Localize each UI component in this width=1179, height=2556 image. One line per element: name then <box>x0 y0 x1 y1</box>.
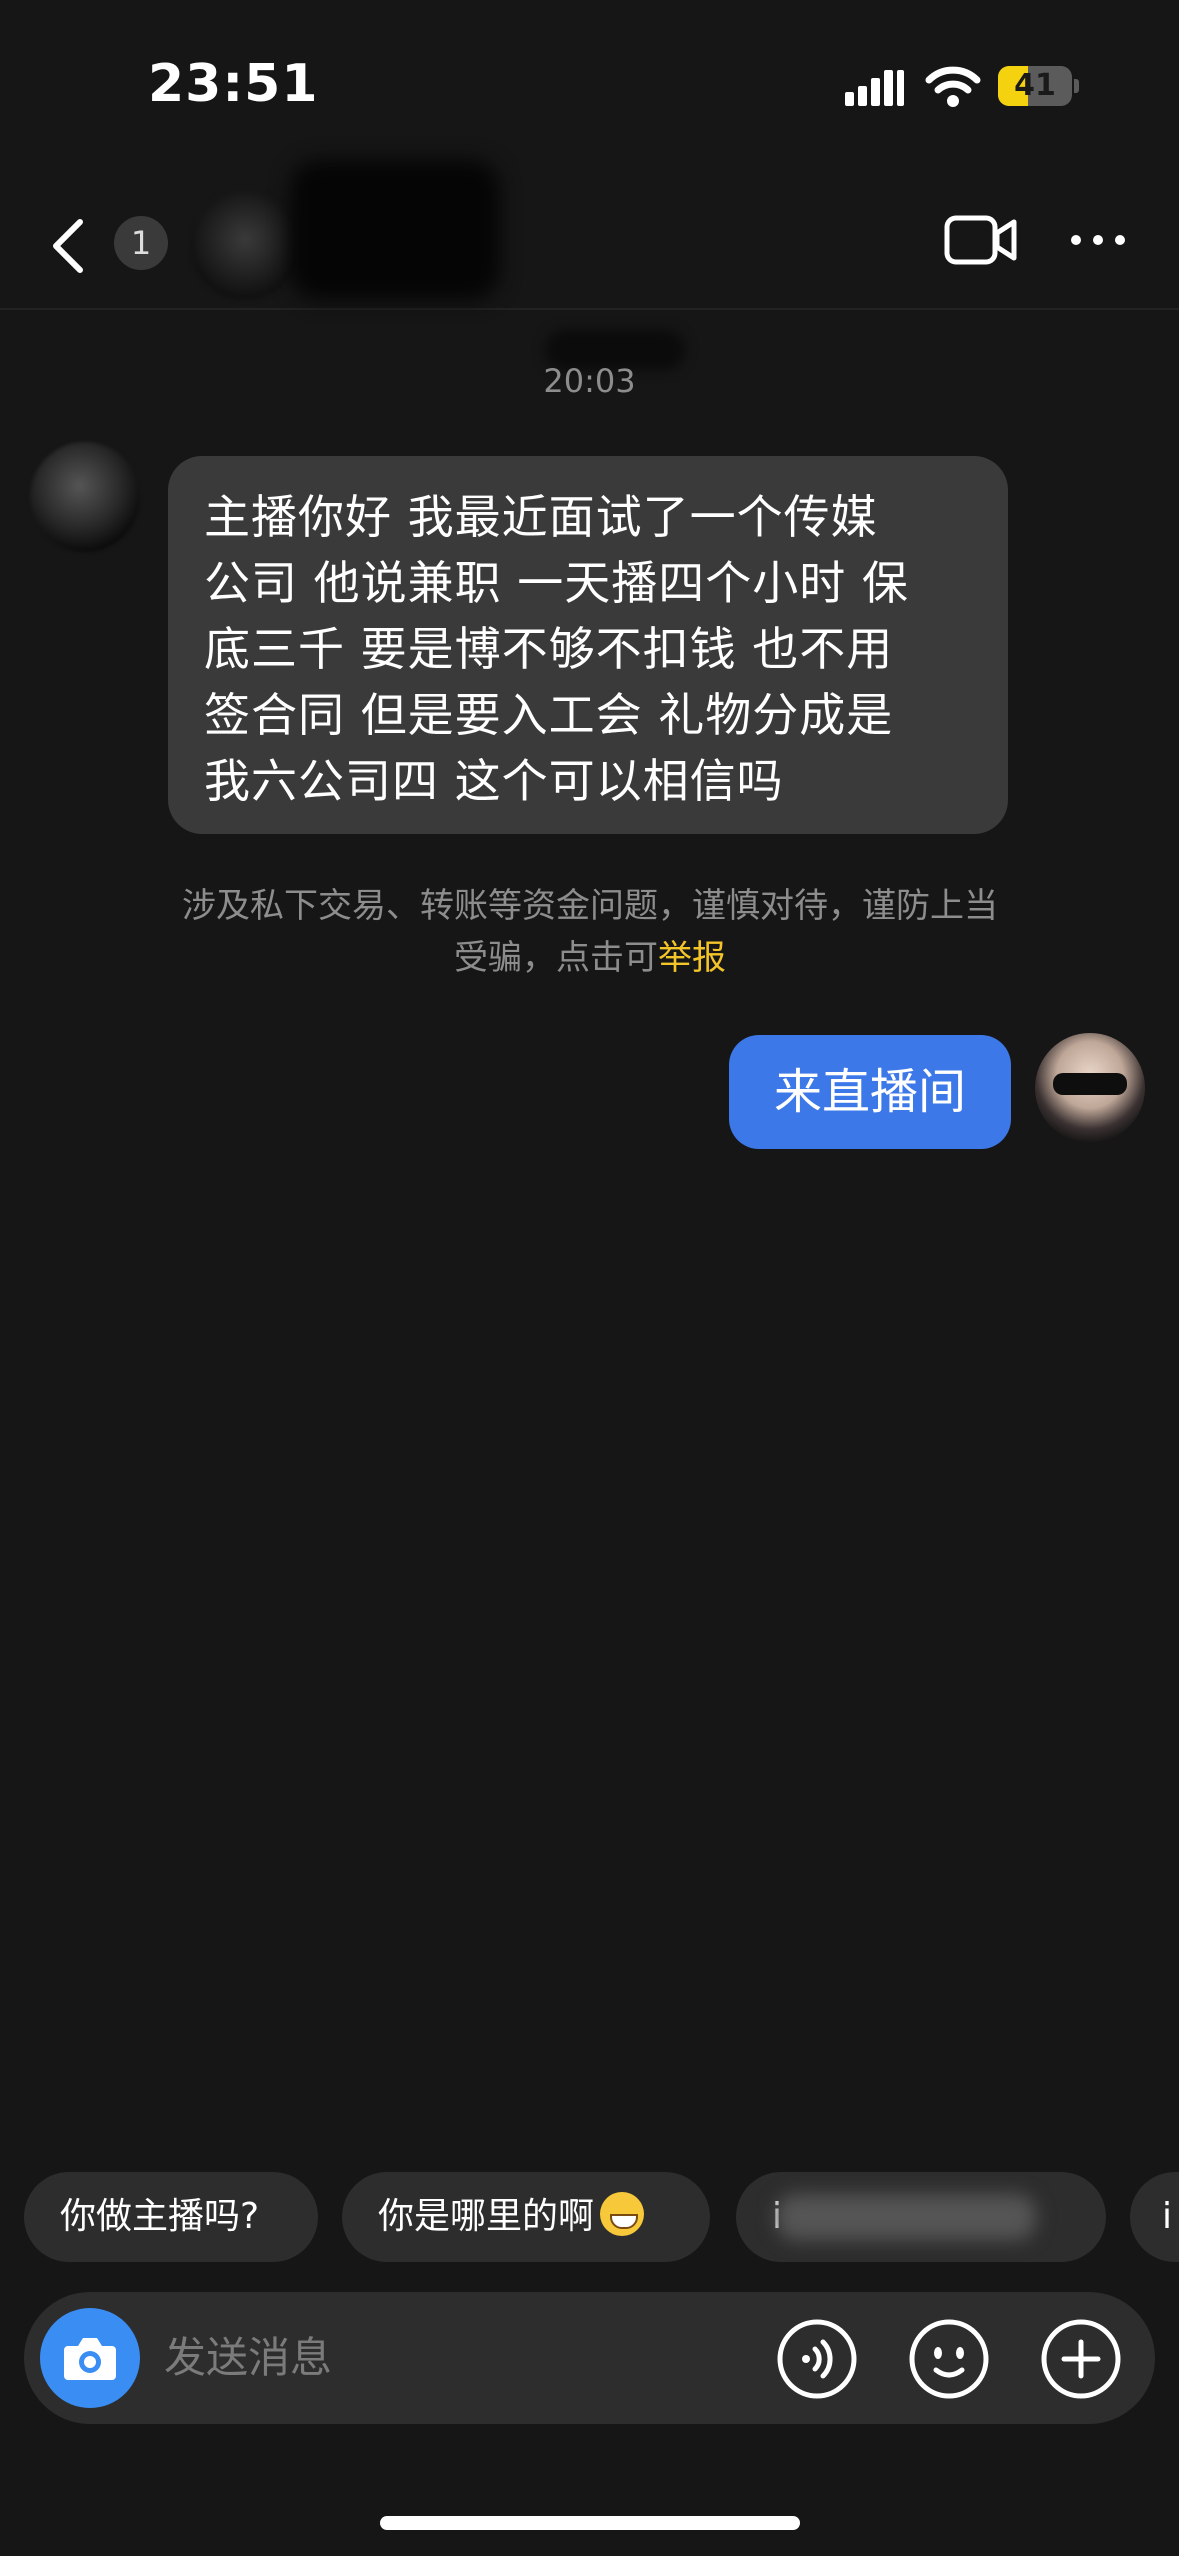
chat-header <box>0 180 1179 310</box>
incoming-message-bubble[interactable]: 主播你好 我最近面试了一个传媒 公司 他说兼职 一天播四个小时 保 底三千 要是… <box>168 456 1008 834</box>
camera-icon <box>64 2338 116 2380</box>
quick-reply-label: i <box>1162 2196 1173 2237</box>
incoming-message-line: 签合同 但是要入工会 礼物分成是 <box>204 688 894 742</box>
wifi-icon <box>925 66 981 107</box>
cellular-signal-icon <box>845 70 904 106</box>
message-input-bar: 发送消息 <box>24 2292 1155 2424</box>
quick-reply-chip[interactable]: 你做主播吗? <box>24 2172 318 2262</box>
incoming-message-line: 公司 他说兼职 一天播四个小时 保 <box>204 556 909 610</box>
warning-line-2: 受骗，点击可举报 <box>140 932 1040 984</box>
status-bar: 23:51 41 <box>0 0 1179 160</box>
battery-cap <box>1074 79 1079 93</box>
voice-icon[interactable] <box>776 2318 858 2400</box>
redacted-text-blur <box>776 2194 1036 2240</box>
home-indicator[interactable] <box>380 2516 800 2530</box>
message-timestamp: 20:03 <box>543 362 636 400</box>
plus-icon[interactable] <box>1040 2318 1122 2400</box>
quick-reply-chip[interactable]: i <box>736 2172 1106 2262</box>
outgoing-message-bubble[interactable]: 来直播间 <box>729 1035 1011 1149</box>
warning-line: 涉及私下交易、转账等资金问题，谨慎对待，谨防上当 <box>182 886 998 926</box>
quick-reply-row: 你做主播吗? 你是哪里的啊 i i <box>0 2172 1179 2264</box>
avatar-sunglasses <box>1053 1073 1127 1095</box>
back-arrow-icon[interactable] <box>46 216 90 276</box>
incoming-message-line: 我六公司四 这个可以相信吗 <box>204 754 784 808</box>
video-call-icon[interactable] <box>944 213 1018 267</box>
sender-avatar[interactable] <box>30 442 140 552</box>
quick-reply-chip[interactable]: 你是哪里的啊 <box>342 2172 710 2262</box>
contact-avatar[interactable] <box>190 190 300 300</box>
battery-body: 41 <box>998 66 1072 106</box>
grinning-emoji-icon <box>600 2192 645 2236</box>
quick-reply-label: 你做主播吗? <box>60 2196 260 2237</box>
unread-count-badge: 1 <box>114 216 168 270</box>
self-avatar[interactable] <box>1035 1033 1145 1143</box>
emoji-icon[interactable] <box>908 2318 990 2400</box>
message-input[interactable]: 发送消息 <box>164 2292 332 2424</box>
battery-level: 41 <box>1014 68 1056 103</box>
quick-reply-label: 你是哪里的啊 <box>378 2196 595 2237</box>
contact-name-redacted <box>290 160 500 300</box>
fraud-warning-notice: 涉及私下交易、转账等资金问题，谨慎对待，谨防上当 受骗，点击可举报 <box>140 880 1040 984</box>
warning-text: 受骗，点击可 <box>454 938 658 978</box>
report-link[interactable]: 举报 <box>658 938 726 978</box>
more-icon[interactable] <box>1068 230 1128 250</box>
incoming-message-line: 主播你好 我最近面试了一个传媒 <box>204 490 878 544</box>
status-time: 23:51 <box>148 54 319 114</box>
camera-button[interactable] <box>40 2308 140 2408</box>
incoming-message-line: 底三千 要是博不够不扣钱 也不用 <box>204 622 894 676</box>
battery-indicator: 41 <box>998 66 1080 106</box>
quick-reply-chip[interactable]: i <box>1130 2172 1179 2262</box>
